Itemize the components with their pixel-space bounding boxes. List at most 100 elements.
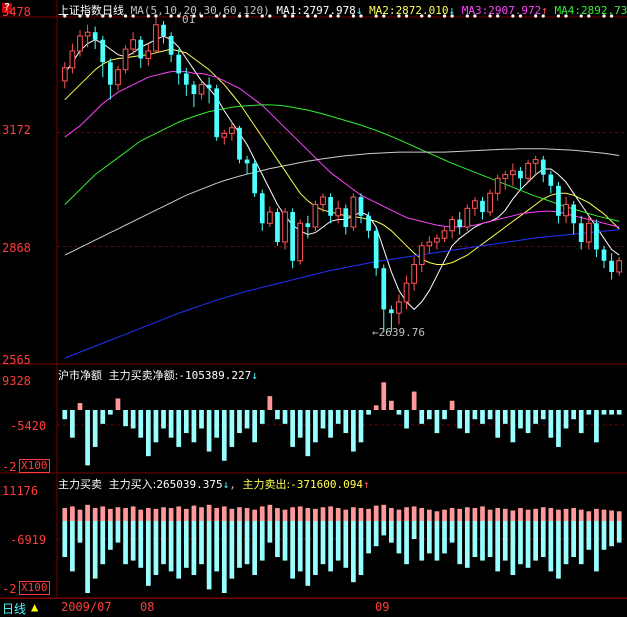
sell-bar — [343, 521, 349, 568]
sell-bar — [153, 521, 159, 575]
net-flow-bar — [145, 410, 151, 457]
sell-bar — [320, 521, 326, 565]
net-flow-bar — [548, 410, 554, 438]
buy-bar — [320, 507, 326, 521]
net-flow-bar — [343, 410, 349, 434]
buy-bar — [442, 509, 447, 521]
period-label[interactable]: 日线 — [102, 4, 124, 17]
candle-body — [556, 185, 561, 216]
buy-bar — [161, 507, 166, 521]
period-up-icon[interactable]: ▲ — [31, 600, 38, 614]
net-flow-bar — [351, 410, 356, 452]
main-legend: 上证指数日线 MA(5,10,20,30,60,120) MA1:2797.97… — [58, 2, 627, 18]
buy-bar — [267, 504, 273, 521]
candle-body — [373, 230, 379, 269]
buy-bar — [214, 508, 220, 521]
sell-bar — [502, 521, 508, 561]
buy-bar — [85, 504, 90, 521]
buy-bar — [609, 510, 614, 521]
buy-bar — [252, 509, 258, 521]
candle-body — [77, 35, 83, 52]
buy-bar — [176, 506, 182, 521]
net-flow-bar — [434, 410, 440, 434]
sell-bar — [366, 521, 371, 554]
buy-bar — [168, 508, 174, 521]
candle-body — [259, 193, 265, 224]
net-flow-bar — [426, 410, 432, 420]
buy-bar — [419, 508, 425, 521]
y-axis-top: 3478 — [2, 5, 31, 19]
buy-bar — [351, 507, 356, 521]
panel1-indicator: 主力买卖净额: — [108, 369, 179, 382]
buy-bar — [525, 509, 531, 521]
sell-bar — [396, 521, 402, 554]
buy-bar — [108, 508, 113, 521]
buy-bar — [290, 507, 295, 521]
net-flow-bar — [267, 396, 273, 410]
index-title[interactable]: 上证指数 — [58, 4, 102, 17]
buy-bar — [328, 506, 333, 521]
net-flow-bar — [328, 410, 333, 438]
buy-bar — [123, 508, 128, 521]
sell-bar — [389, 521, 394, 543]
chart-canvas[interactable] — [0, 0, 627, 615]
buy-bar — [480, 506, 485, 521]
buy-bar — [366, 508, 371, 521]
candle-body — [464, 207, 471, 228]
candle-body — [84, 31, 91, 37]
ma-line-ma6 — [64, 229, 620, 359]
buy-bar — [92, 508, 98, 521]
panel1-title[interactable]: 沪市净额 — [58, 369, 102, 382]
hover-value: 01 — [182, 13, 196, 26]
buy-bar — [77, 509, 83, 521]
sell-bar — [449, 521, 455, 543]
buy-bar — [472, 508, 478, 521]
ma1-value: 2797.978 — [302, 4, 356, 17]
buy-bar — [70, 506, 75, 521]
candle-body — [494, 177, 501, 194]
net-flow-bar — [244, 410, 250, 429]
sell-bar — [130, 521, 136, 561]
candle-body — [434, 237, 440, 243]
candle-body — [585, 222, 592, 243]
buy-bar — [305, 508, 311, 521]
buy-bar — [358, 508, 364, 521]
ma2-label: MA2: — [369, 4, 396, 17]
buy-bar — [297, 506, 303, 521]
buy-bar — [100, 506, 106, 521]
sell-bar — [594, 521, 599, 572]
panel2-sell-arrow: ↑ — [363, 478, 370, 491]
net-flow-bar — [586, 410, 592, 415]
candle-body — [426, 241, 433, 247]
candle-body — [214, 88, 220, 138]
buy-bar — [586, 511, 592, 521]
net-flow-bar — [85, 410, 90, 466]
net-flow-bar — [297, 410, 303, 438]
panel2-y-bot: -2 — [2, 582, 17, 596]
buy-bar — [145, 508, 151, 521]
buy-bar — [183, 508, 189, 521]
sell-bar — [115, 521, 121, 543]
candle-body — [115, 69, 121, 86]
candle-body — [305, 223, 311, 228]
net-flow-bar — [290, 410, 295, 447]
buy-bar — [282, 509, 288, 521]
period-tab[interactable]: 日线 — [2, 600, 26, 617]
sell-bar — [586, 521, 592, 550]
net-flow-bar — [275, 410, 280, 420]
sell-bar — [100, 521, 106, 565]
panel2-title[interactable]: 主力买卖 — [58, 478, 102, 491]
buy-bar — [464, 507, 470, 521]
sell-bar — [85, 521, 90, 593]
y-axis-2868: 2868 — [2, 241, 31, 255]
net-flow-bar — [366, 410, 371, 415]
net-flow-bar — [282, 410, 288, 424]
net-flow-bar — [502, 410, 508, 424]
date-bar: 日线 ▲ 2009/07 08 09 — [0, 599, 627, 617]
candle-body — [168, 35, 174, 55]
ma3-arrow: ↑ — [541, 4, 548, 17]
buy-bar — [229, 508, 235, 521]
buy-bar — [502, 508, 508, 521]
sell-bar — [495, 521, 501, 572]
net-flow-bar — [138, 410, 144, 438]
